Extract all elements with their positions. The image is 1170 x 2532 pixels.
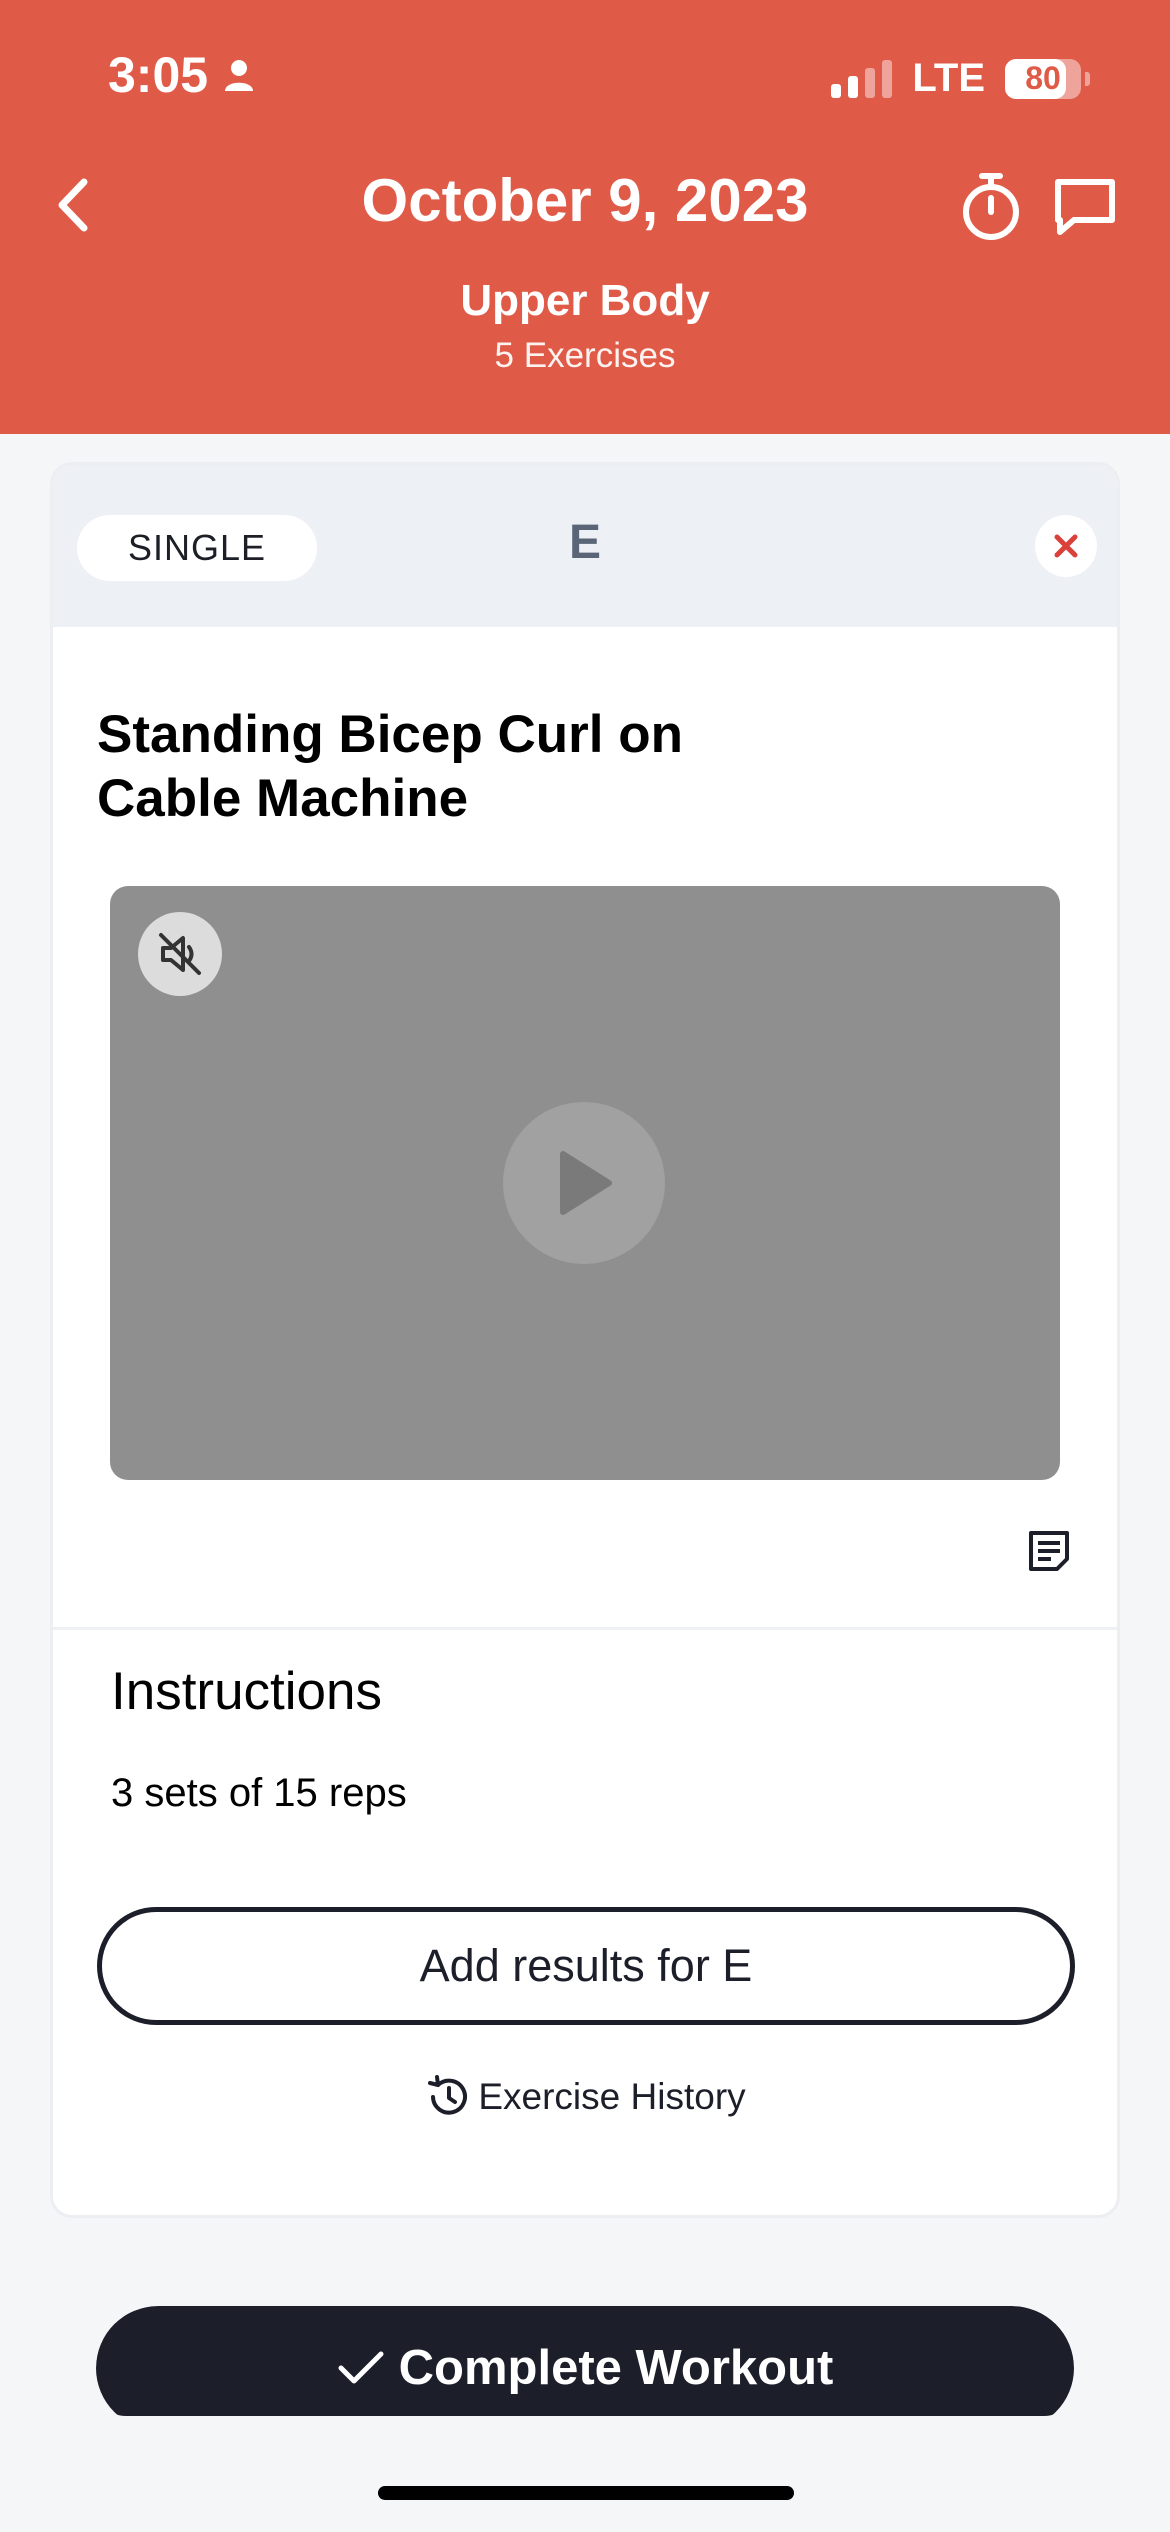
play-button[interactable]	[503, 1102, 665, 1264]
exercise-card: SINGLE E Standing Bicep Curl on Cable Ma…	[50, 462, 1120, 2218]
exercise-count: 5 Exercises	[494, 336, 676, 375]
divider	[53, 1627, 1117, 1630]
app-header: 3:05 LTE 80 October 9, 2023 Upper Body 5…	[0, 0, 1170, 434]
instructions-title: Instructions	[111, 1662, 383, 1721]
network-label: LTE	[912, 56, 985, 100]
exercise-history-link[interactable]: Exercise History	[53, 2073, 1117, 2121]
status-time: 3:05	[108, 46, 256, 104]
workout-name: Upper Body	[460, 276, 710, 325]
signal-icon	[831, 59, 893, 98]
exercise-name: Standing Bicep Curl on Cable Machine	[97, 703, 797, 831]
stopwatch-icon[interactable]	[956, 170, 1026, 242]
checkmark-icon	[338, 2351, 384, 2384]
complete-workout-label: Complete Workout	[398, 2341, 834, 2395]
status-time-text: 3:05	[108, 47, 209, 103]
history-icon	[428, 2075, 468, 2115]
card-header: SINGLE E	[53, 465, 1117, 627]
home-indicator[interactable]	[378, 2486, 794, 2500]
exercise-history-label: Exercise History	[478, 2076, 746, 2117]
mute-button[interactable]	[138, 912, 222, 996]
instructions-text: 3 sets of 15 reps	[111, 1771, 407, 1815]
play-icon	[560, 1151, 612, 1215]
close-x-icon	[1054, 534, 1078, 558]
notes-icon[interactable]	[1025, 1527, 1073, 1575]
chat-bubble-icon[interactable]	[1052, 176, 1118, 238]
exercise-letter: E	[568, 516, 601, 569]
complete-workout-button[interactable]: Complete Workout	[96, 2306, 1074, 2416]
mute-icon	[159, 933, 201, 975]
person-icon	[225, 60, 254, 91]
battery-level: 80	[1025, 60, 1061, 96]
battery-icon: 80	[1005, 58, 1081, 99]
add-results-button[interactable]: Add results for E	[97, 1907, 1075, 2025]
exercise-name-line2: Cable Machine	[97, 769, 469, 828]
exercise-video[interactable]	[110, 886, 1060, 1480]
remove-exercise-button[interactable]	[1035, 515, 1097, 577]
add-results-label: Add results for E	[419, 1940, 753, 1991]
status-indicators: LTE 80	[831, 56, 1090, 101]
exercise-name-line1: Standing Bicep Curl on	[97, 705, 683, 764]
